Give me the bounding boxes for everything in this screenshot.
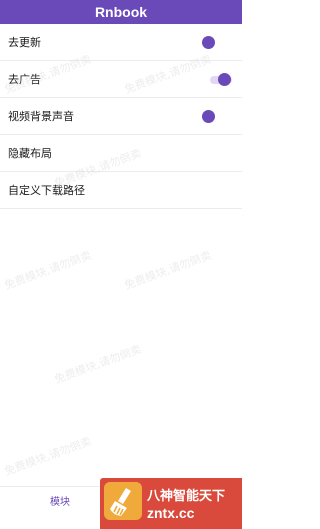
setting-row-update[interactable]: 去更新 — [0, 24, 242, 61]
setting-row-hide-layout[interactable]: 隐藏布局 — [0, 135, 242, 172]
app-header: Rnbook — [0, 0, 242, 24]
setting-row-ads[interactable]: 去广告 — [0, 61, 242, 98]
watermark-text: 免费模块,请勿倒卖 — [2, 248, 94, 293]
video-sound-toggle-knob — [202, 110, 215, 123]
ads-toggle[interactable] — [210, 61, 232, 98]
setting-row-download-path[interactable]: 自定义下载路径 — [0, 172, 242, 209]
setting-label-download-path: 自定义下载路径 — [8, 184, 85, 197]
setting-label-ads: 去广告 — [8, 73, 41, 86]
badge-title: 八神智能天下 — [147, 489, 226, 504]
app-title: Rnbook — [94, 4, 148, 20]
watermark-badge: 八神智能天下 zntx.cc — [100, 478, 242, 529]
tab-modules[interactable]: 模块 — [40, 487, 80, 529]
settings-list: 去更新 去广告 视频背景声音 隐藏布局 自定义下载路径 — [0, 24, 242, 209]
broom-logo-icon — [104, 482, 142, 520]
update-toggle[interactable] — [200, 24, 222, 61]
setting-label-video-sound: 视频背景声音 — [8, 110, 74, 123]
tab-modules-label: 模块 — [50, 497, 70, 508]
setting-label-hide-layout: 隐藏布局 — [8, 147, 52, 160]
watermark-text: 免费模块,请勿倒卖 — [52, 342, 144, 387]
watermark-text: 免费模块,请勿倒卖 — [122, 248, 214, 293]
badge-url: zntx.cc — [147, 505, 195, 521]
video-sound-toggle[interactable] — [200, 98, 222, 135]
ads-toggle-knob — [218, 73, 231, 86]
setting-label-update: 去更新 — [8, 36, 41, 49]
update-toggle-knob — [202, 36, 215, 49]
watermark-text: 免费模块,请勿倒卖 — [2, 434, 94, 479]
setting-row-video-sound[interactable]: 视频背景声音 — [0, 98, 242, 135]
